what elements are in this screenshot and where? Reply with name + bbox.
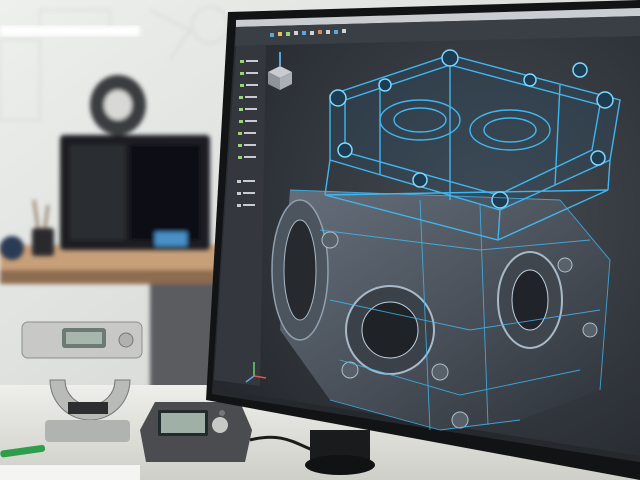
ceiling-lamp: [0, 26, 140, 36]
paper-sheet: [0, 465, 140, 480]
monitor-stand: [305, 430, 375, 475]
cad-workstation-scene: [0, 0, 640, 480]
measuring-device: [140, 402, 252, 462]
